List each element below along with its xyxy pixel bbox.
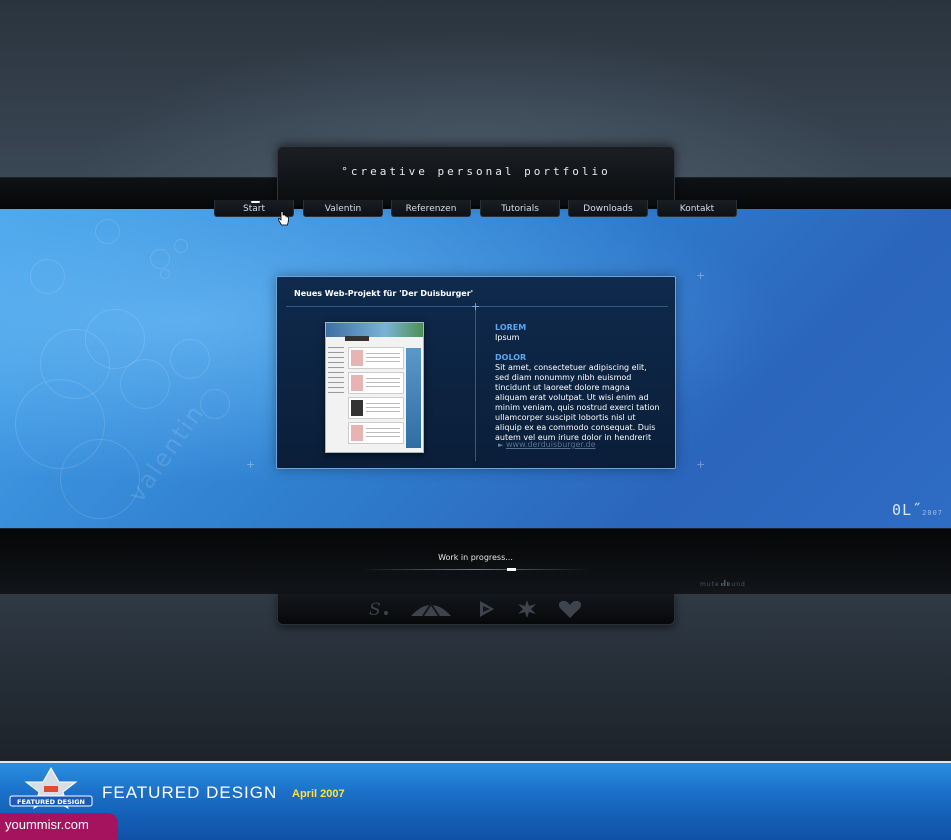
site-logo: 0L˝2007 <box>892 501 943 519</box>
site-watermark: yoummisr.com <box>0 813 118 840</box>
project-link[interactable]: www.derduisburger.de <box>506 440 596 449</box>
stumbleupon-icon[interactable]: S <box>367 598 393 620</box>
mute-sound-button[interactable]: mute sound <box>700 581 746 588</box>
nav-referenzen[interactable]: Referenzen <box>391 200 471 217</box>
project-screenshot[interactable] <box>325 322 424 453</box>
featured-design-title: FEATURED DESIGN <box>102 783 278 802</box>
panel-divider-vertical <box>475 306 476 461</box>
hand-cursor-icon <box>277 211 290 231</box>
section-text: Ipsum <box>495 333 520 342</box>
logo-mark: 0L˝ <box>892 501 923 519</box>
progress-marker <box>507 568 516 571</box>
featured-badge: FEATURED DESIGN <box>6 766 96 816</box>
nav-kontakt[interactable]: Kontakt <box>657 200 737 217</box>
site-title: °creative personal portfolio <box>341 165 611 178</box>
badge-label: FEATURED DESIGN <box>17 798 85 806</box>
nav-tutorials[interactable]: Tutorials <box>480 200 560 217</box>
deviantart-icon[interactable] <box>409 598 453 620</box>
section-heading: LOREM <box>495 323 527 332</box>
section-heading: DOLOR <box>495 353 527 362</box>
crosshair-icon: + <box>471 300 481 313</box>
progress-line <box>360 569 591 570</box>
arrow-right-icon: ► <box>498 441 504 449</box>
crosshair-icon: + <box>246 458 256 471</box>
panel-title: Neues Web-Projekt für 'Der Duisburger' <box>294 289 474 298</box>
section-body: Sit amet, consectetuer adipiscing elit, … <box>495 363 660 442</box>
stage-watermark: valentin <box>122 398 211 508</box>
nav-downloads[interactable]: Downloads <box>568 200 648 217</box>
svg-text:S: S <box>369 600 381 620</box>
crosshair-icon: + <box>696 458 706 471</box>
featured-date: April 2007 <box>292 788 345 800</box>
heart-icon[interactable] <box>557 598 583 620</box>
star-icon[interactable] <box>514 598 540 620</box>
progress-text: Work in progress... <box>438 553 513 562</box>
pixelgirl-icon[interactable] <box>474 598 500 620</box>
logo-year: 2007 <box>922 509 943 517</box>
crosshair-icon: + <box>696 269 706 282</box>
nav-valentin[interactable]: Valentin <box>303 200 383 217</box>
